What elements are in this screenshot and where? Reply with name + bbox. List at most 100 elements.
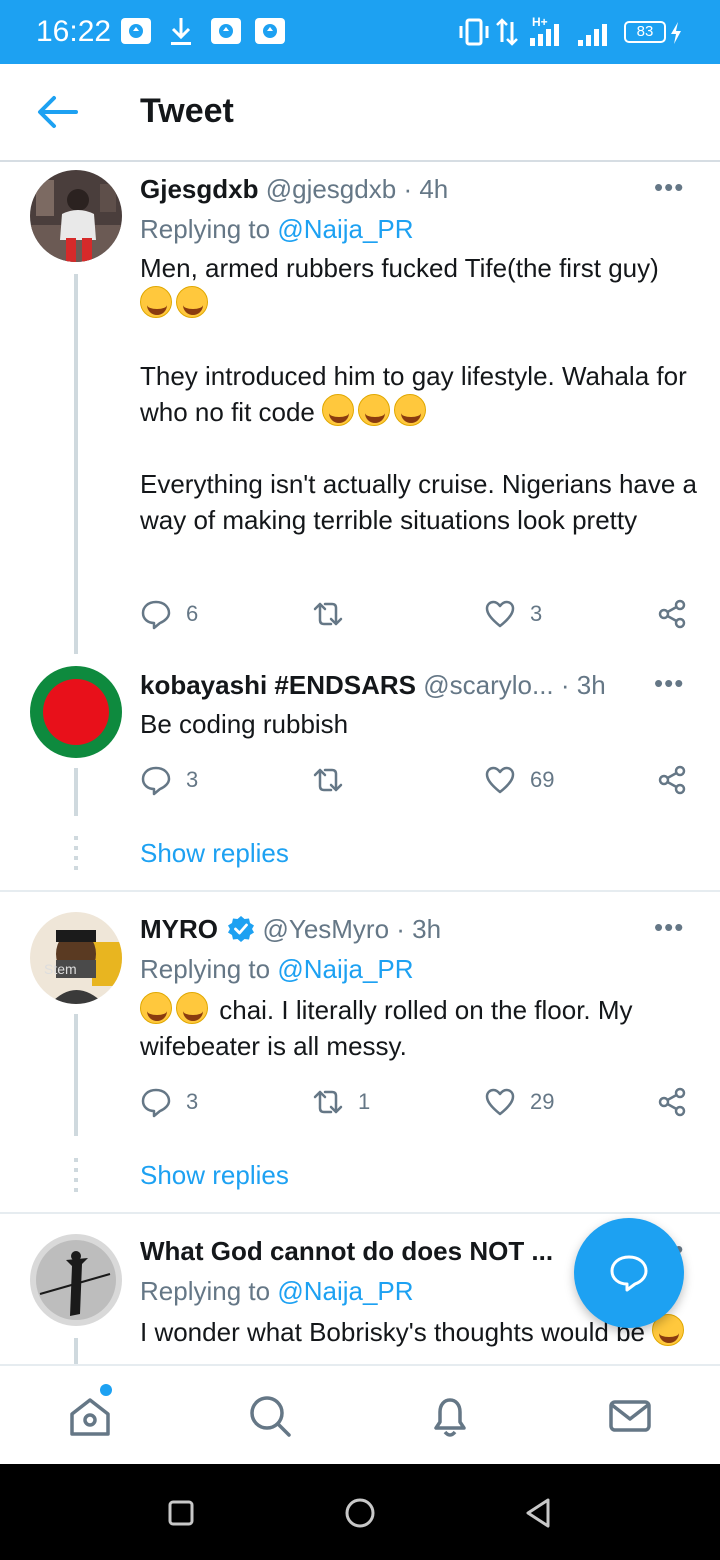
author-name[interactable]: MYRO bbox=[140, 914, 218, 944]
share-button[interactable] bbox=[656, 596, 688, 632]
tweet-text: Men, armed rubbers fucked Tife(the first… bbox=[140, 250, 700, 538]
avatar[interactable] bbox=[30, 666, 122, 758]
laughing-emoji-icon bbox=[394, 394, 427, 426]
recent-apps-icon[interactable] bbox=[164, 1496, 198, 1530]
reply-button[interactable]: 3 bbox=[140, 1084, 198, 1120]
notifications-icon[interactable] bbox=[426, 1392, 474, 1440]
laughing-emoji-icon bbox=[140, 286, 172, 318]
battery-level: 83 bbox=[636, 23, 654, 40]
tweet-actions: 3 69 bbox=[140, 762, 700, 798]
tweet-text: chai. I literally rolled on the floor. M… bbox=[140, 992, 700, 1064]
battery-icon: 83 bbox=[624, 21, 666, 43]
author-name[interactable]: Gjesgdxb bbox=[140, 174, 258, 204]
show-replies-link[interactable]: Show replies bbox=[140, 1160, 289, 1191]
author-name[interactable]: What God cannot do does NOT ... bbox=[140, 1236, 553, 1266]
thread-connector bbox=[74, 1014, 78, 1136]
more-horizontal-icon[interactable]: ••• bbox=[654, 668, 684, 699]
home-icon[interactable] bbox=[66, 1392, 114, 1440]
tweet-time: · 3h bbox=[396, 914, 442, 944]
thread-connector bbox=[74, 1338, 78, 1364]
thread-connector bbox=[74, 768, 78, 816]
status-time: 16:22 bbox=[36, 15, 112, 48]
reply-count: 6 bbox=[186, 601, 199, 626]
avatar[interactable]: Stem bbox=[30, 912, 122, 1004]
tweet-time: · 4h bbox=[403, 174, 449, 204]
more-horizontal-icon[interactable]: ••• bbox=[654, 912, 684, 943]
retweet-button[interactable] bbox=[312, 596, 358, 632]
laughing-emoji-icon bbox=[322, 394, 355, 426]
tweet-header: MYRO @YesMyro · 3h bbox=[140, 914, 441, 945]
notification-app-icon bbox=[211, 18, 241, 44]
app-header: Tweet bbox=[0, 64, 720, 162]
reply-icon bbox=[141, 600, 171, 630]
avatar[interactable] bbox=[30, 170, 122, 262]
mention-link[interactable]: @Naija_PR bbox=[277, 954, 413, 984]
retweet-icon bbox=[313, 602, 343, 626]
like-button[interactable]: 29 bbox=[484, 1084, 554, 1120]
mention-link[interactable]: @Naija_PR bbox=[277, 214, 413, 244]
share-button[interactable] bbox=[656, 1084, 688, 1120]
tweet-actions: 6 3 bbox=[140, 596, 700, 632]
signal-strength-icon bbox=[578, 24, 607, 46]
replying-to-label: Replying to bbox=[140, 214, 278, 244]
laughing-emoji-icon bbox=[358, 394, 391, 426]
notification-app-icon bbox=[121, 18, 151, 44]
heart-icon bbox=[485, 600, 515, 628]
author-handle[interactable]: @YesMyro bbox=[262, 914, 389, 944]
tweet-paragraph: chai. I literally rolled on the floor. M… bbox=[140, 995, 633, 1061]
thread-connector bbox=[74, 274, 78, 654]
retweet-icon bbox=[313, 768, 343, 792]
tweet-paragraph: I wonder what Bobrisky's thoughts would … bbox=[140, 1317, 646, 1347]
replying-to: Replying to @Naija_PR bbox=[140, 1276, 414, 1307]
reply-icon bbox=[141, 766, 171, 796]
retweet-button[interactable]: 1 bbox=[312, 1084, 370, 1120]
messages-icon[interactable] bbox=[606, 1392, 654, 1440]
signal-strength-icon: H+ bbox=[530, 15, 559, 46]
retweet-icon bbox=[313, 1090, 343, 1114]
tweet-actions: 3 1 29 bbox=[140, 1084, 700, 1120]
replying-to-label: Replying to bbox=[140, 1276, 278, 1306]
share-icon bbox=[658, 1087, 686, 1117]
thread-dots bbox=[74, 836, 78, 876]
download-icon bbox=[171, 18, 191, 45]
thread-dots bbox=[74, 1158, 78, 1198]
compose-reply-button[interactable] bbox=[574, 1218, 684, 1328]
reply-icon bbox=[141, 1088, 171, 1118]
reply-button[interactable]: 3 bbox=[140, 762, 198, 798]
back-button-icon[interactable] bbox=[522, 1496, 556, 1530]
retweet-button[interactable] bbox=[312, 762, 358, 798]
tweet-paragraph: Men, armed rubbers fucked Tife(the first… bbox=[140, 253, 659, 283]
compose-reply-icon bbox=[610, 1255, 648, 1292]
page-title: Tweet bbox=[140, 92, 234, 130]
mention-link[interactable]: @Naija_PR bbox=[277, 1276, 413, 1306]
reply-button[interactable]: 6 bbox=[140, 596, 198, 632]
more-horizontal-icon[interactable]: ••• bbox=[654, 172, 684, 203]
avatar[interactable] bbox=[30, 1234, 122, 1326]
replying-to: Replying to @Naija_PR bbox=[140, 954, 414, 985]
replying-to: Replying to @Naija_PR bbox=[140, 214, 414, 245]
tweet-time: · 3h bbox=[560, 670, 606, 700]
author-handle[interactable]: @gjesgdxb bbox=[266, 174, 396, 204]
heart-icon bbox=[485, 1088, 515, 1116]
svg-text:Stem: Stem bbox=[44, 961, 77, 977]
like-button[interactable]: 69 bbox=[484, 762, 554, 798]
home-button-icon[interactable] bbox=[343, 1496, 377, 1530]
author-handle[interactable]: @scarylo... bbox=[423, 670, 553, 700]
show-replies-link[interactable]: Show replies bbox=[140, 838, 289, 869]
back-arrow-icon[interactable] bbox=[36, 92, 80, 132]
verified-badge-icon bbox=[228, 916, 255, 942]
like-count: 29 bbox=[530, 1089, 555, 1114]
author-name[interactable]: kobayashi #ENDSARS bbox=[140, 670, 416, 700]
charging-icon bbox=[671, 22, 681, 44]
heart-icon bbox=[485, 766, 515, 794]
share-icon bbox=[658, 765, 686, 795]
tweet-paragraph: Everything isn't actually cruise. Nigeri… bbox=[140, 469, 698, 535]
vibrate-icon bbox=[459, 18, 489, 46]
share-button[interactable] bbox=[656, 762, 688, 798]
system-navigation-bar bbox=[0, 1464, 720, 1560]
retweet-count: 1 bbox=[358, 1089, 371, 1114]
tweet-text: Be coding rubbish bbox=[140, 709, 349, 739]
svg-text:H+: H+ bbox=[532, 15, 548, 29]
search-icon[interactable] bbox=[246, 1392, 294, 1440]
like-button[interactable]: 3 bbox=[484, 596, 542, 632]
